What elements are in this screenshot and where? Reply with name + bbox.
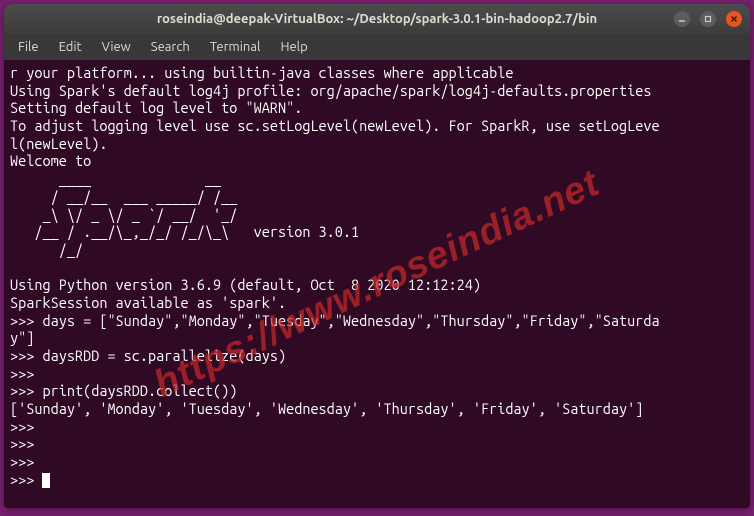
menubar: File Edit View Search Terminal Help: [4, 34, 750, 60]
minimize-button[interactable]: [674, 11, 690, 27]
menu-terminal[interactable]: Terminal: [202, 37, 269, 57]
terminal-line: >>>: [10, 365, 42, 382]
terminal-window: roseindia@deepak-VirtualBox: ~/Desktop/s…: [4, 4, 750, 508]
terminal-output[interactable]: r your platform... using builtin-java cl…: [4, 60, 750, 508]
terminal-line: Using Python version 3.6.9 (default, Oct…: [10, 276, 481, 293]
terminal-line: To adjust logging level use sc.setLogLev…: [10, 117, 660, 134]
terminal-line: Welcome to: [10, 152, 91, 169]
maximize-icon: [704, 15, 712, 23]
terminal-line: Setting default log level to "WARN".: [10, 99, 302, 116]
terminal-line: >>>: [10, 471, 42, 488]
terminal-line: ____ __: [10, 170, 221, 187]
menu-view[interactable]: View: [94, 37, 139, 57]
terminal-line: >>> days = ["Sunday","Monday","Tuesday",…: [10, 312, 660, 329]
close-icon: [730, 15, 738, 23]
terminal-line: /__ / .__/\_,_/_/ /_/\_\ version 3.0.1: [10, 223, 359, 240]
terminal-line: ['Sunday', 'Monday', 'Tuesday', 'Wednesd…: [10, 400, 643, 417]
menu-help[interactable]: Help: [272, 37, 315, 57]
terminal-line: >>>: [10, 435, 42, 452]
menu-file[interactable]: File: [10, 37, 47, 57]
terminal-line: l(newLevel).: [10, 135, 107, 152]
terminal-line: /_/: [10, 241, 83, 258]
terminal-line: >>> print(daysRDD.collect()): [10, 382, 237, 399]
terminal-line: r your platform... using builtin-java cl…: [10, 64, 513, 81]
menu-edit[interactable]: Edit: [51, 37, 90, 57]
close-button[interactable]: [726, 11, 742, 27]
maximize-button[interactable]: [700, 11, 716, 27]
terminal-line: Using Spark's default log4j profile: org…: [10, 82, 651, 99]
terminal-line: >>>: [10, 418, 42, 435]
titlebar: roseindia@deepak-VirtualBox: ~/Desktop/s…: [4, 4, 750, 34]
terminal-line: >>> daysRDD = sc.parallelize(days): [10, 347, 286, 364]
terminal-cursor: [42, 473, 50, 488]
menu-search[interactable]: Search: [143, 37, 198, 57]
window-controls: [674, 11, 742, 27]
minimize-icon: [678, 15, 686, 23]
terminal-line: / __/__ ___ _____/ /__: [10, 188, 237, 205]
window-title: roseindia@deepak-VirtualBox: ~/Desktop/s…: [4, 12, 750, 26]
terminal-line: y"]: [10, 329, 34, 346]
terminal-line: >>>: [10, 453, 42, 470]
terminal-line: SparkSession available as 'spark'.: [10, 294, 286, 311]
terminal-line: _\ \/ _ \/ _ `/ __/ '_/: [10, 206, 237, 223]
